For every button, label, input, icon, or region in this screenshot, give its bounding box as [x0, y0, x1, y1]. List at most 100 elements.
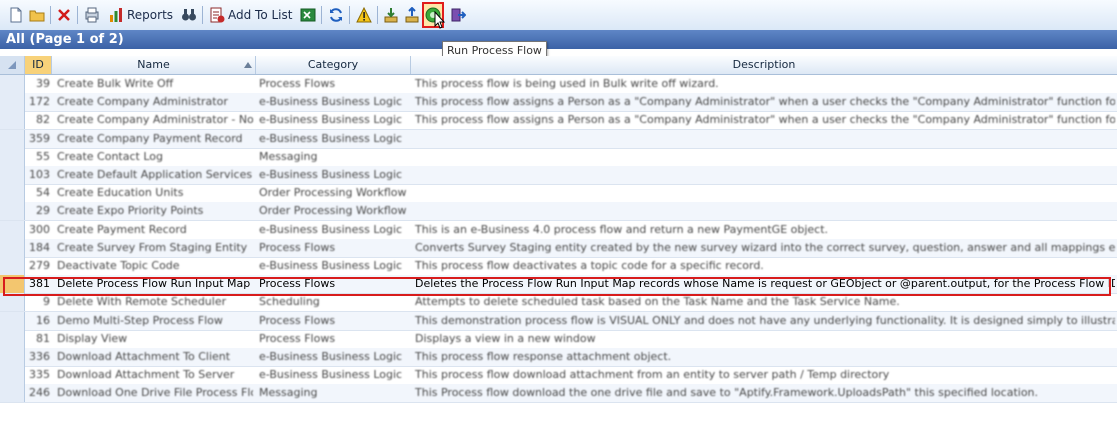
delete-button[interactable] — [56, 5, 72, 25]
row-indicator[interactable] — [0, 329, 25, 348]
cell-name: Create Payment Record — [57, 222, 187, 236]
warning-button[interactable] — [356, 5, 372, 25]
find-button[interactable] — [181, 5, 197, 25]
table-row[interactable]: 336 Download Attachment To Client e-Busine… — [0, 348, 1117, 367]
row-indicator[interactable] — [0, 238, 25, 257]
cell-category: e-Business Business Logic — [259, 222, 403, 236]
print-button[interactable] — [84, 5, 100, 25]
cell-id: 103 — [29, 168, 50, 181]
cell-category: Process Flows — [259, 77, 336, 90]
column-header-category[interactable]: Category — [256, 56, 411, 74]
cell-description — [415, 184, 1115, 202]
table-row[interactable]: 54 Create Education Units Order Processing… — [0, 184, 1117, 204]
cell-id: 279 — [29, 259, 50, 272]
row-indicator[interactable] — [0, 384, 25, 403]
cell-description: This process flow deactivates a topic co… — [415, 259, 764, 272]
cell-id: 300 — [29, 222, 50, 236]
grid-header: ID Name Category Description — [0, 56, 1117, 75]
add-to-list-label: Add To List — [228, 8, 293, 22]
add-to-list-button[interactable]: Add To List — [209, 5, 292, 25]
row-indicator[interactable] — [0, 93, 25, 112]
table-row[interactable]: 81 Display View Process Flows Displays a vi… — [0, 329, 1117, 349]
row-indicator[interactable] — [0, 311, 25, 330]
table-row[interactable]: 335 Download Attachment To Server e-Busine… — [0, 366, 1117, 386]
row-indicator[interactable] — [0, 366, 25, 385]
table-row[interactable]: 300 Create Payment Record e-Business Busin… — [0, 220, 1117, 240]
new-record-button[interactable] — [8, 5, 24, 25]
table-row[interactable]: 103 Create Default Application Services e-… — [0, 166, 1117, 185]
cell-id: 172 — [29, 95, 50, 109]
corner-triangle-icon — [8, 61, 16, 69]
cell-description: Attempts to delete scheduled task based … — [415, 295, 900, 309]
cell-category: Messaging — [259, 149, 318, 163]
cell-category: Process Flows — [259, 331, 336, 345]
row-indicator[interactable] — [0, 348, 25, 366]
cell-category: e-Business Business Logic — [259, 259, 403, 272]
cell-name: Download One Drive File Process Flow — [57, 386, 253, 400]
table-row[interactable]: 82 Create Company Administrator - Not In … — [0, 111, 1117, 131]
table-row[interactable]: 184 Create Survey From Staging Entity Proc… — [0, 238, 1117, 258]
close-window-button[interactable] — [450, 5, 466, 25]
cell-description: This process flow is being used in Bulk … — [415, 77, 719, 90]
cell-category: e-Business Business Logic — [259, 368, 403, 382]
cell-description: This process flow response attachment ob… — [415, 350, 672, 363]
open-button[interactable] — [29, 5, 45, 25]
column-header-name-label: Name — [137, 58, 170, 71]
cell-description: This process flow assigns a Person as a … — [415, 113, 1115, 127]
delete-x-icon — [58, 9, 70, 21]
row-indicator[interactable] — [0, 202, 25, 221]
cell-id: 336 — [29, 350, 50, 363]
cell-description: This process flow assigns a Person as a … — [415, 95, 1115, 109]
add-to-list-icon — [210, 7, 225, 23]
row-indicator[interactable] — [0, 166, 25, 184]
toolbar-separator — [202, 6, 203, 24]
view-title-bar: All (Page 1 of 2) — [0, 30, 1117, 49]
cell-id: 81 — [36, 331, 50, 345]
table-row[interactable]: 29 Create Expo Priority Points Order Proce… — [0, 202, 1117, 222]
row-indicator[interactable] — [0, 147, 25, 166]
table-row[interactable]: 359 Create Company Payment Record e-Busine… — [0, 129, 1117, 149]
cell-name: Create Expo Priority Points — [57, 204, 204, 218]
reports-button[interactable]: Reports — [108, 5, 173, 25]
table-row[interactable]: 172 Create Company Administrator e-Busines… — [0, 93, 1117, 113]
cell-name: Download Attachment To Server — [57, 368, 235, 382]
row-indicator[interactable] — [0, 129, 25, 148]
cell-category: e-Business Business Logic — [259, 350, 403, 363]
cell-name: Delete With Remote Scheduler — [57, 295, 227, 309]
import-button[interactable] — [383, 5, 399, 25]
table-row[interactable]: 246 Download One Drive File Process Flow M… — [0, 384, 1117, 404]
row-indicator[interactable] — [0, 220, 25, 239]
table-row[interactable]: 55 Create Contact Log Messaging — [0, 147, 1117, 167]
toolbar-separator — [321, 6, 322, 24]
bar-chart-icon — [110, 8, 122, 22]
table-row[interactable]: 16 Demo Multi-Step Process Flow Process Fl… — [0, 311, 1117, 331]
row-indicator[interactable] — [0, 257, 25, 275]
cell-name: Create Default Application Services — [57, 168, 253, 181]
import-icon — [384, 8, 398, 23]
cell-category: e-Business Business Logic — [259, 131, 403, 145]
cell-category: Order Processing Workflow — [259, 186, 407, 200]
binoculars-icon — [182, 9, 196, 21]
row-indicator[interactable] — [0, 293, 25, 312]
refresh-button[interactable] — [328, 5, 344, 25]
cell-name: Create Company Payment Record — [57, 131, 243, 145]
table-row[interactable]: 39 Create Bulk Write Off Process Flows This… — [0, 75, 1117, 94]
cell-description — [415, 202, 1115, 220]
row-indicator[interactable] — [0, 111, 25, 130]
cell-id: 184 — [29, 240, 50, 254]
row-indicator[interactable] — [0, 184, 25, 203]
export-button[interactable] — [300, 5, 316, 25]
cell-category: e-Business Business Logic — [259, 168, 403, 181]
cell-description: This process flow download attachment fr… — [415, 368, 890, 382]
export-data-button[interactable] — [404, 5, 420, 25]
cell-id: 54 — [36, 186, 50, 200]
select-all-corner[interactable] — [0, 56, 25, 74]
table-row[interactable]: 279 Deactivate Topic Code e-Business Busin… — [0, 257, 1117, 276]
column-header-name[interactable]: Name — [52, 56, 256, 74]
column-header-description[interactable]: Description — [411, 56, 1117, 74]
table-row[interactable]: 9 Delete With Remote Scheduler Scheduling A… — [0, 293, 1117, 313]
row-indicator[interactable] — [0, 75, 25, 93]
cell-id: 9 — [43, 295, 50, 309]
column-header-id[interactable]: ID — [25, 56, 52, 74]
toolbar-separator — [377, 6, 378, 24]
